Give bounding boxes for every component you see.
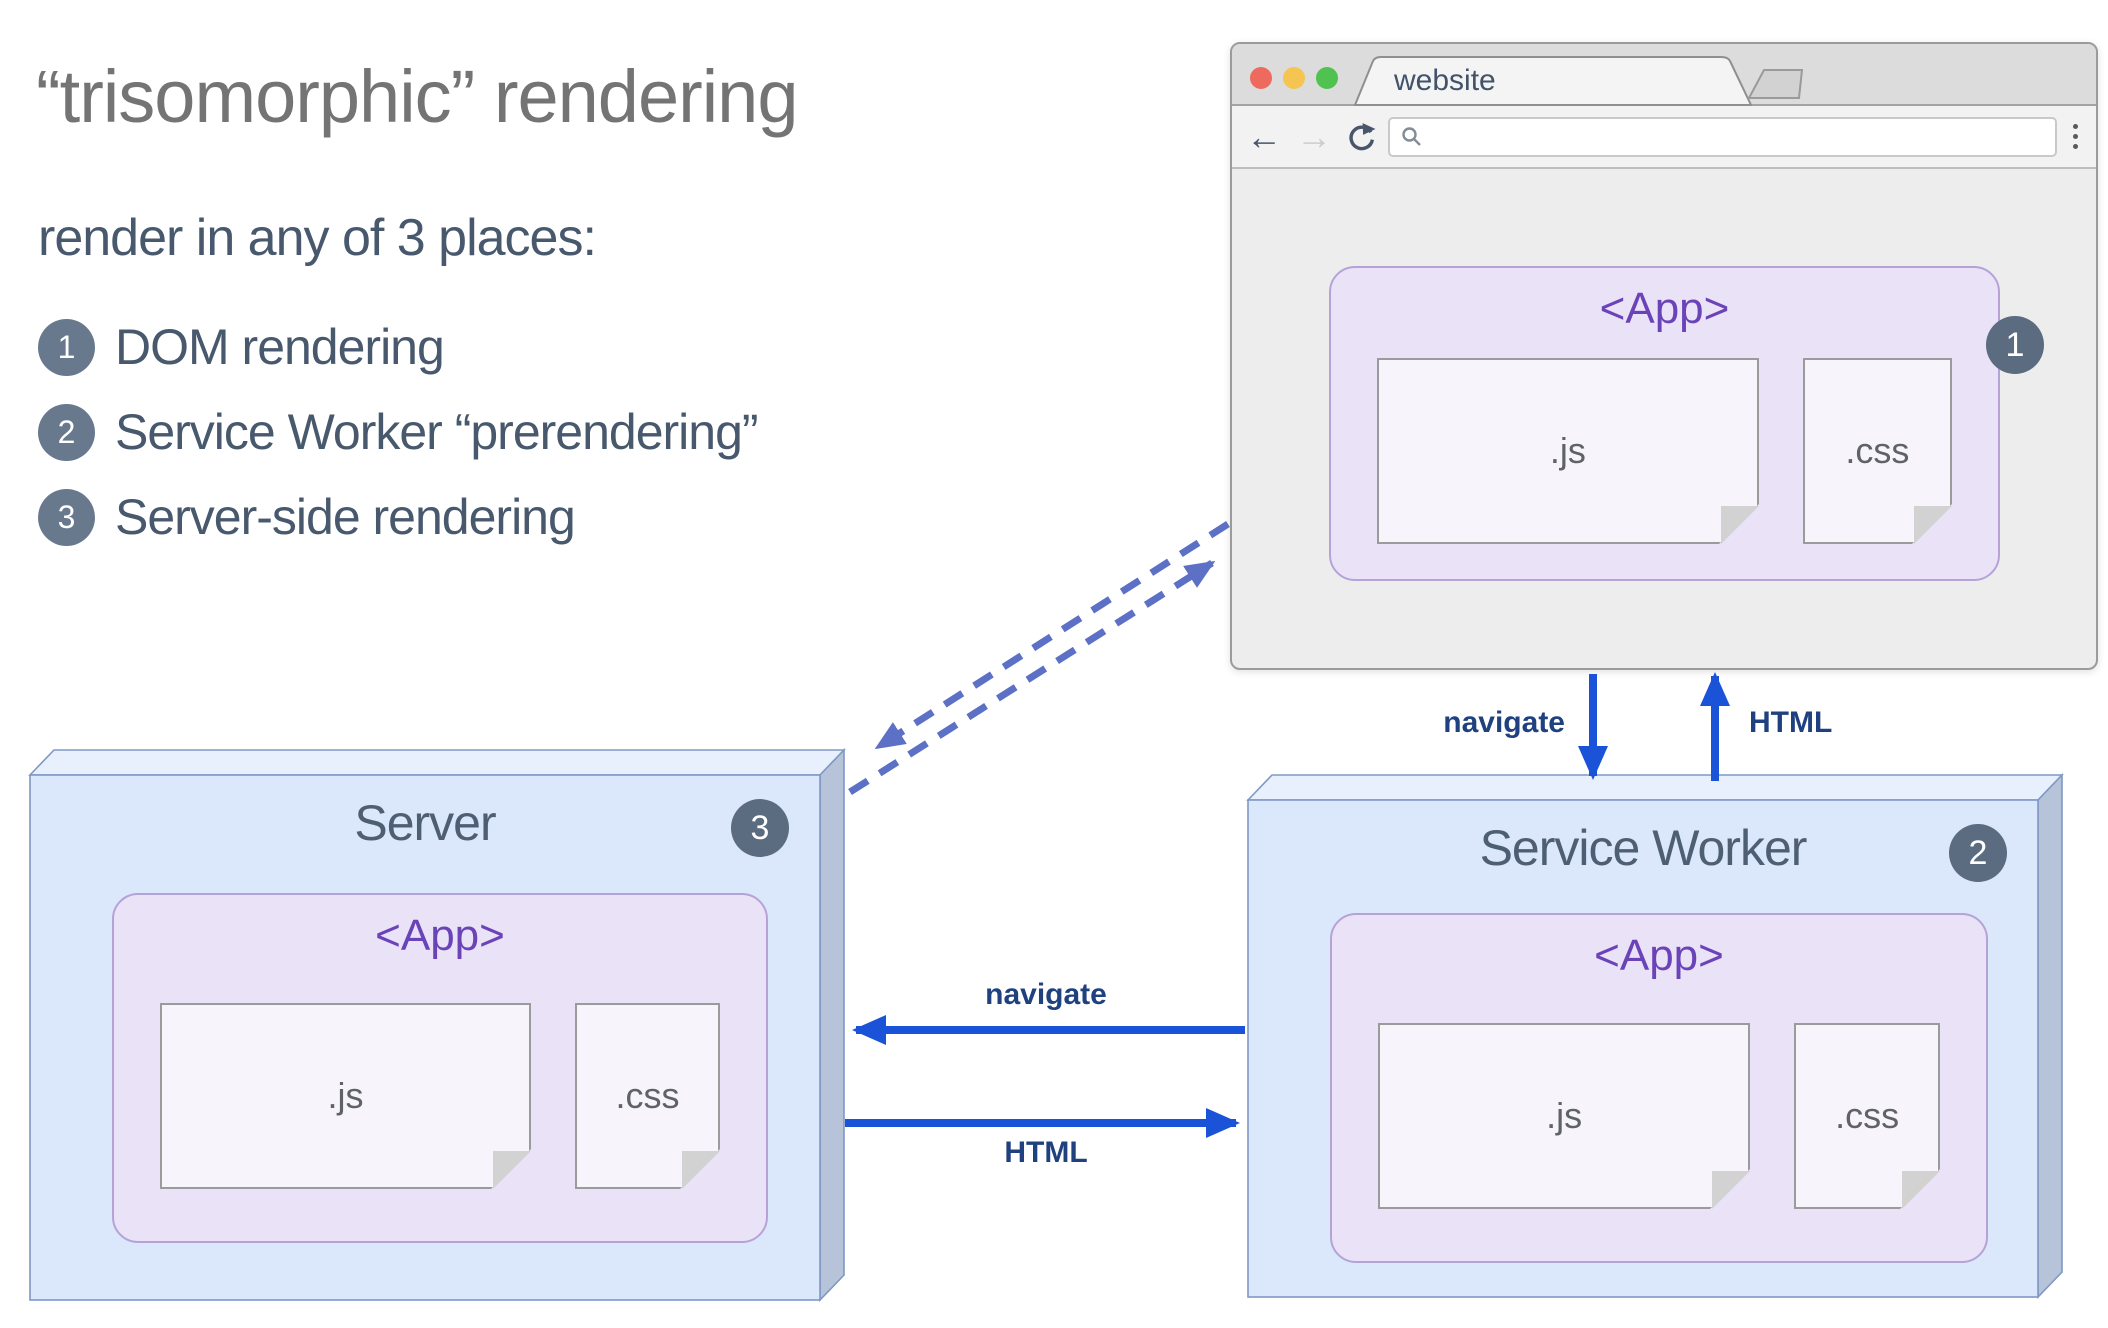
css-file-icon: .css [1802, 358, 1953, 544]
css-file-label: .css [1835, 1095, 1900, 1136]
js-file-icon: .js [160, 1003, 531, 1189]
service-worker-app-box: <App> .js .css [1330, 913, 1988, 1263]
html-right-label: HTML [1004, 1136, 1088, 1169]
app-label: <App> [1594, 931, 1724, 980]
service-worker-title: Service Worker [1479, 820, 1808, 876]
css-file-icon: .css [1794, 1023, 1940, 1209]
navigate-down-label: navigate [1443, 706, 1565, 739]
step-badge-1: 1 [1986, 316, 2044, 374]
back-icon[interactable]: ← [1246, 118, 1282, 155]
app-label: <App> [375, 911, 505, 960]
js-file-label: .js [1549, 430, 1586, 471]
number-badge: 2 [38, 403, 95, 461]
step-badge-2: 2 [1949, 824, 2007, 882]
browser-app-box: <App> .js .css [1329, 266, 2000, 581]
list-item: 1 DOM rendering [38, 318, 758, 376]
js-file-label: .js [327, 1075, 364, 1116]
browser-viewport: 1 <App> .js .css [1232, 169, 2096, 670]
list-item-label: DOM rendering [115, 319, 445, 375]
browser-window: website ← → 1 <App> .js .css [1230, 42, 2098, 670]
reload-icon[interactable] [1346, 122, 1376, 152]
list-item-label: Service Worker “prerendering” [115, 404, 759, 460]
browser-toolbar: ← → [1232, 106, 2096, 169]
page-subtitle: render in any of 3 places: [38, 209, 597, 267]
server-title: Server [354, 795, 496, 851]
dashed-arrow-to-server [874, 521, 1230, 750]
browser-tab[interactable]: website [1394, 64, 1496, 98]
step-badge-3: 3 [731, 799, 789, 857]
js-file-icon: .js [1377, 358, 1759, 544]
css-file-icon: .css [574, 1003, 721, 1189]
dashed-arrow-to-browser [848, 560, 1216, 795]
forward-icon[interactable]: → [1296, 118, 1332, 155]
tab-shape [1353, 56, 1804, 106]
server-app-box: <App> .js .css [112, 893, 768, 1243]
css-file-label: .css [1845, 430, 1910, 471]
browser-titlebar: website [1232, 44, 2096, 106]
list-item: 2 Service Worker “prerendering” [38, 403, 759, 461]
rendering-places-list: 1 DOM rendering 2 Service Worker “preren… [38, 318, 759, 546]
kebab-menu-icon[interactable] [2067, 124, 2096, 149]
js-file-icon: .js [1378, 1023, 1751, 1209]
js-file-label: .js [1546, 1095, 1583, 1136]
app-label: <App> [1599, 284, 1730, 333]
navigate-left-label: navigate [985, 978, 1107, 1011]
list-item: 3 Server-side rendering [38, 488, 758, 546]
html-up-label: HTML [1749, 706, 1833, 739]
new-tab-icon[interactable] [1747, 69, 1804, 99]
number-badge: 1 [38, 318, 95, 376]
css-file-label: .css [615, 1075, 680, 1116]
number-badge: 3 [38, 488, 95, 546]
list-item-label: Server-side rendering [115, 489, 576, 545]
magnifier-icon [1402, 126, 1421, 146]
url-input[interactable] [1388, 116, 2057, 157]
page-title: “trisomorphic” rendering [36, 55, 798, 138]
